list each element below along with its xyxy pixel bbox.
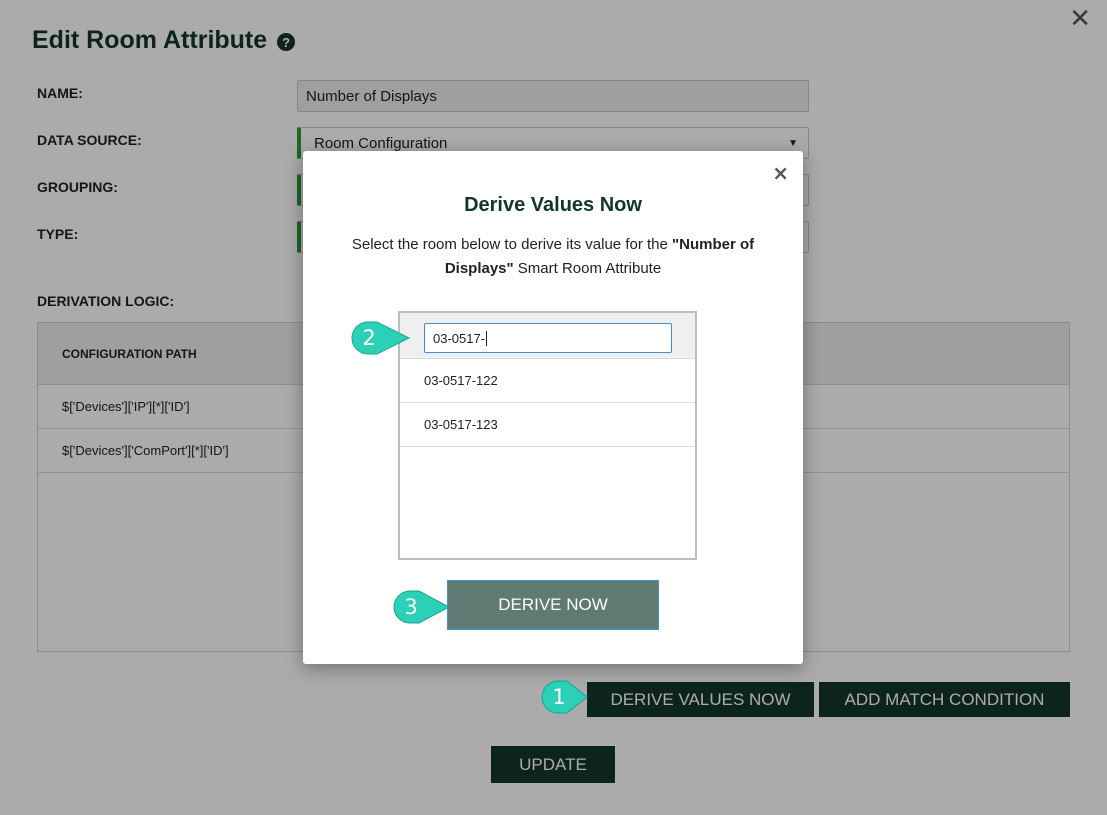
step-badge-2: 2 (351, 321, 413, 355)
modal-description-prefix: Select the room below to derive its valu… (351, 236, 673, 253)
derive-now-button[interactable]: DERIVE NOW (447, 580, 659, 630)
modal-description: Select the room below to derive its valu… (333, 233, 773, 281)
derive-values-modal: × Derive Values Now Select the room belo… (303, 151, 803, 664)
step-badge-1: 1 (541, 680, 603, 714)
room-list: 03-0517- 03-0517-122 03-0517-123 (398, 311, 697, 560)
room-search-input[interactable]: 03-0517- (424, 323, 672, 353)
step-badge-2-label: 2 (362, 326, 376, 350)
step-badge-3: 3 (393, 590, 455, 624)
room-list-item[interactable]: 03-0517-122 (400, 359, 695, 403)
modal-description-suffix: Smart Room Attribute (513, 260, 662, 277)
room-search-bar: 03-0517- (400, 313, 695, 359)
modal-title: Derive Values Now (464, 194, 642, 216)
step-badge-1-label: 1 (552, 685, 566, 709)
text-cursor-icon (486, 330, 488, 346)
modal-close-icon[interactable]: × (772, 161, 789, 185)
room-search-value: 03-0517- (433, 330, 486, 346)
step-badge-3-label: 3 (404, 595, 418, 619)
room-list-item[interactable]: 03-0517-123 (400, 403, 695, 447)
